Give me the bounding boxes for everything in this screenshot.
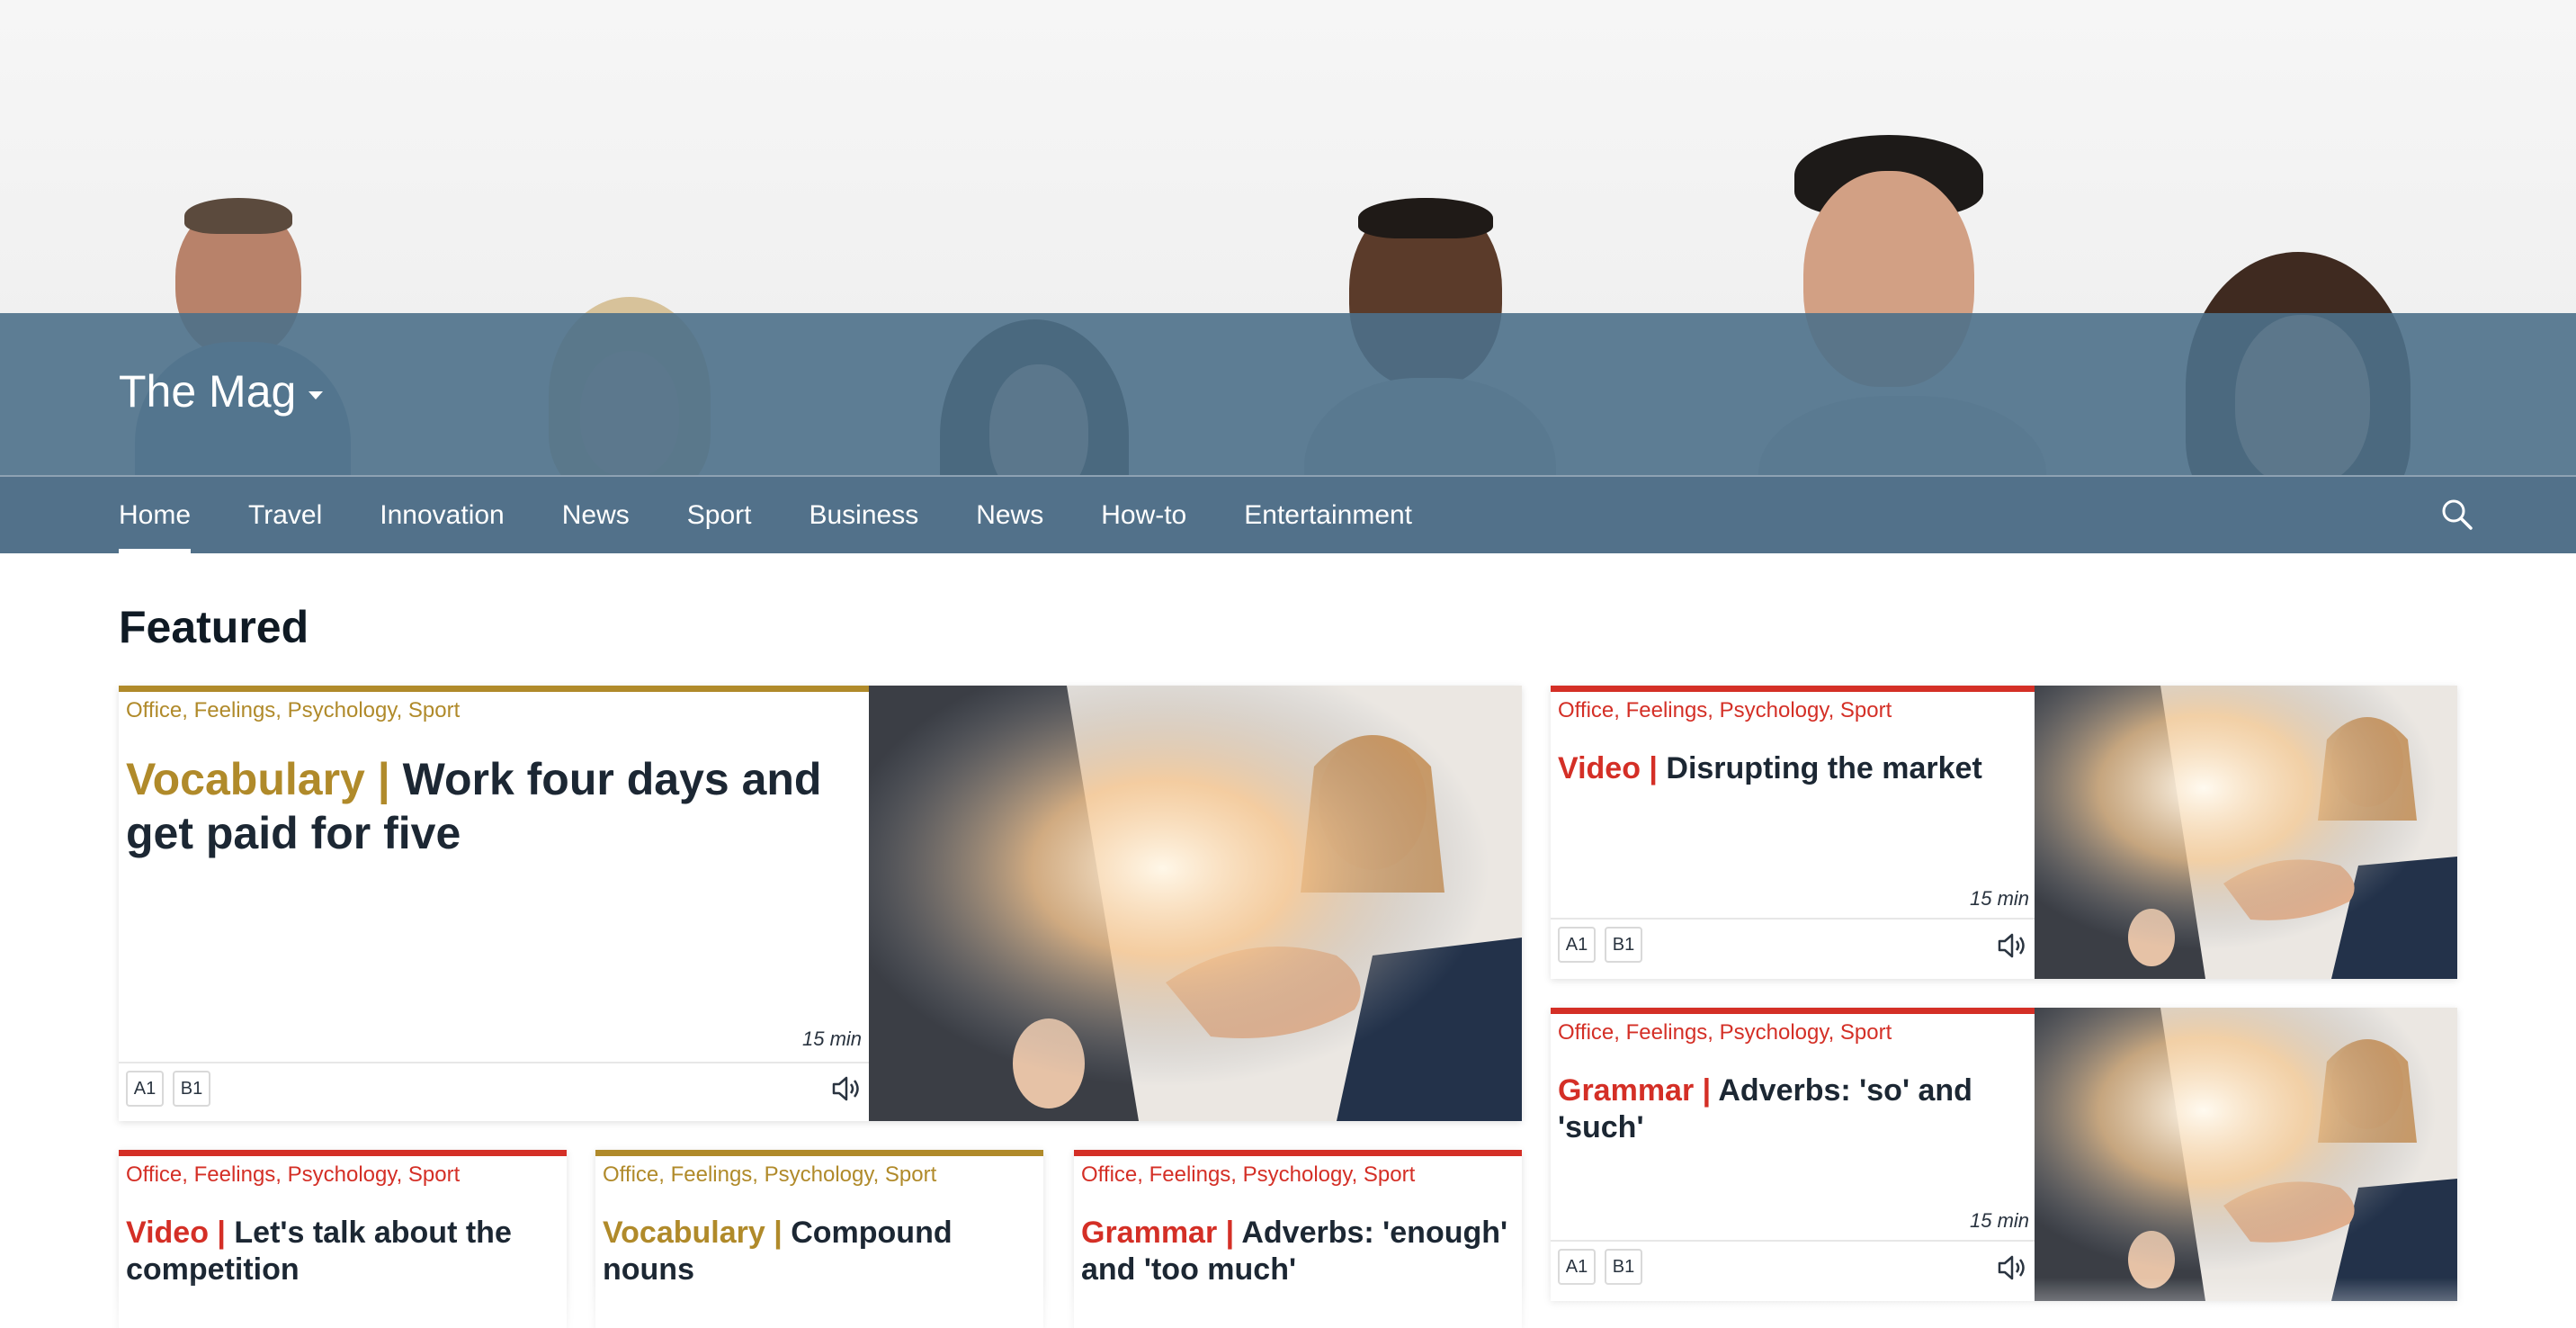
card-headline: Vocabulary | Compound nouns	[603, 1215, 962, 1288]
card-levels: A1 B1	[1558, 1249, 1642, 1285]
card-tags: Office, Feelings, Psychology, Sport	[126, 1162, 461, 1187]
card-accent-bar	[1551, 1008, 2035, 1014]
card-accent-bar	[1551, 686, 2035, 692]
search-button[interactable]	[2439, 497, 2475, 533]
featured-card-bottom-3[interactable]: Office, Feelings, Psychology, Sport Gram…	[1074, 1150, 1522, 1328]
separator: |	[1649, 751, 1667, 785]
featured-card-right-1[interactable]: Office, Feelings, Psychology, Sport Vide…	[1551, 686, 2457, 979]
audio-button[interactable]	[1997, 1254, 2027, 1281]
card-duration: 15 min	[1970, 1209, 2030, 1232]
card-levels: A1 B1	[126, 1071, 210, 1107]
card-tags: Office, Feelings, Psychology, Sport	[126, 698, 461, 722]
handshake-image	[2035, 686, 2457, 979]
handshake-image	[2035, 1008, 2457, 1301]
card-headline: Grammar | Adverbs: 'enough' and 'too muc…	[1081, 1215, 1513, 1288]
card-headline: Video | Disrupting the market	[1558, 750, 2026, 787]
card-kind: Grammar	[1558, 1073, 1695, 1108]
card-photo-handshake	[2035, 1008, 2457, 1301]
card-kind: Vocabulary	[126, 754, 365, 804]
card-headline: Grammar | Adverbs: 'so' and 'such'	[1558, 1072, 2008, 1146]
featured-card-main[interactable]: Office, Feelings, Psychology, Sport Voca…	[119, 686, 1522, 1121]
card-photo-handshake	[2035, 686, 2457, 979]
separator: |	[1225, 1216, 1242, 1250]
featured-card-bottom-2[interactable]: Office, Feelings, Psychology, Sport Voca…	[595, 1150, 1043, 1328]
speaker-icon	[1998, 933, 2025, 958]
level-badge-a1[interactable]: A1	[126, 1071, 164, 1107]
speaker-icon	[832, 1076, 859, 1101]
card-kind: Video	[1558, 751, 1641, 785]
level-badge-b1[interactable]: B1	[1605, 927, 1642, 963]
card-tags: Office, Feelings, Psychology, Sport	[1081, 1162, 1416, 1187]
nav-item-sport[interactable]: Sport	[687, 477, 752, 553]
separator: |	[377, 754, 403, 804]
hero-banner: The Mag Home Travel Innovation News Spor…	[0, 0, 2576, 553]
card-divider	[1551, 918, 2035, 920]
card-title: Disrupting the market	[1666, 751, 1982, 785]
nav-item-news[interactable]: News	[562, 477, 630, 553]
nav-item-travel[interactable]: Travel	[248, 477, 322, 553]
level-badge-b1[interactable]: B1	[173, 1071, 210, 1107]
card-headline: Video | Let's talk about the competition	[126, 1215, 558, 1288]
level-badge-a1[interactable]: A1	[1558, 927, 1596, 963]
separator: |	[1702, 1073, 1719, 1108]
nav-item-innovation[interactable]: Innovation	[380, 477, 504, 553]
card-tags: Office, Feelings, Psychology, Sport	[1558, 1020, 1892, 1045]
card-duration: 15 min	[802, 1027, 863, 1050]
audio-button[interactable]	[831, 1075, 862, 1102]
separator: |	[774, 1216, 792, 1250]
card-tags: Office, Feelings, Psychology, Sport	[1558, 698, 1892, 722]
card-duration: 15 min	[1970, 887, 2030, 910]
featured-card-right-2[interactable]: Office, Feelings, Psychology, Sport Gram…	[1551, 1008, 2457, 1301]
featured-heading: Featured	[119, 602, 309, 652]
card-accent-bar	[119, 1150, 567, 1156]
search-icon	[2442, 499, 2473, 530]
brand-title: The Mag	[119, 366, 297, 417]
card-tags: Office, Feelings, Psychology, Sport	[603, 1162, 937, 1187]
card-kind: Video	[126, 1216, 209, 1250]
level-badge-a1[interactable]: A1	[1558, 1249, 1596, 1285]
brand-band	[0, 313, 2576, 475]
nav-item-home[interactable]: Home	[119, 477, 192, 553]
featured-card-bottom-1[interactable]: Office, Feelings, Psychology, Sport Vide…	[119, 1150, 567, 1328]
main-nav: Home Travel Innovation News Sport Busine…	[0, 475, 2576, 553]
card-divider	[119, 1062, 869, 1063]
card-kind: Grammar	[1081, 1216, 1218, 1250]
card-accent-bar	[595, 1150, 1043, 1156]
nav-item-business[interactable]: Business	[809, 477, 918, 553]
card-headline: Vocabulary | Work four days and get paid…	[126, 752, 854, 860]
nav-item-news-2[interactable]: News	[976, 477, 1043, 553]
handshake-image	[869, 686, 1522, 1121]
nav-item-entertainment[interactable]: Entertainment	[1244, 477, 1412, 553]
card-kind: Vocabulary	[603, 1216, 765, 1250]
nav-item-how-to[interactable]: How-to	[1101, 477, 1186, 553]
level-badge-b1[interactable]: B1	[1605, 1249, 1642, 1285]
audio-button[interactable]	[1997, 932, 2027, 959]
magazine-selector[interactable]: The Mag	[119, 365, 324, 417]
card-accent-bar	[1074, 1150, 1522, 1156]
caret-down-icon	[309, 390, 324, 399]
card-photo-handshake	[869, 686, 1522, 1121]
card-divider	[1551, 1240, 2035, 1242]
speaker-icon	[1998, 1255, 2025, 1280]
card-levels: A1 B1	[1558, 927, 1642, 963]
card-accent-bar	[119, 686, 869, 692]
separator: |	[217, 1216, 235, 1250]
